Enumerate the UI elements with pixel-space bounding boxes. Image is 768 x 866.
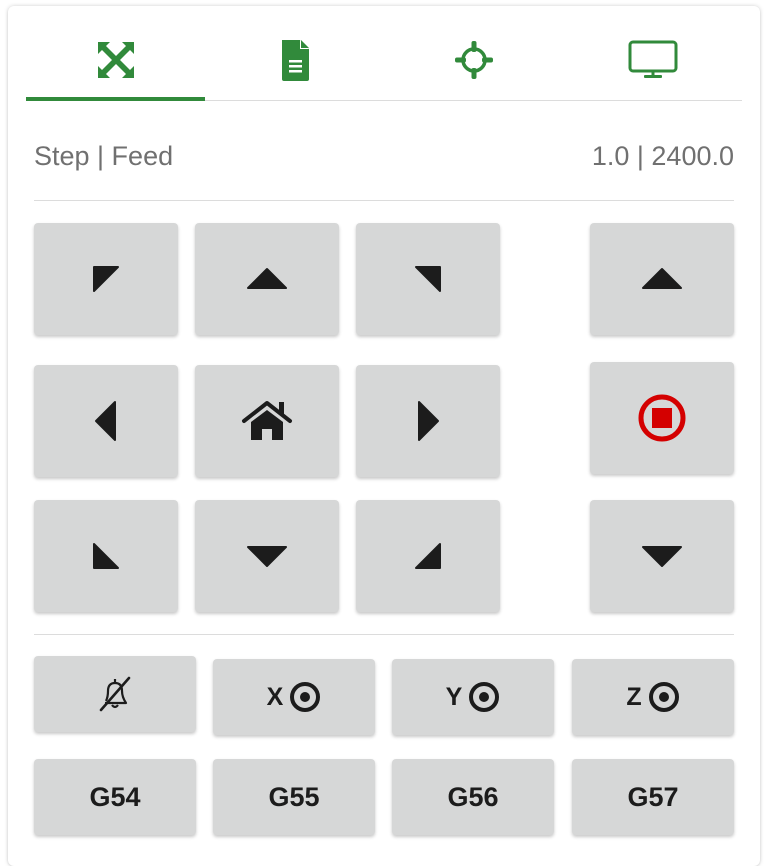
wcs-g55-button[interactable]: G55 [213, 759, 375, 835]
jog-down-button[interactable] [195, 500, 339, 612]
arrow-down-icon [247, 546, 287, 567]
zero-target-icon [469, 682, 500, 712]
jog-down-right-button[interactable] [356, 500, 500, 612]
zero-target-icon [648, 682, 679, 712]
home-button[interactable] [195, 365, 339, 477]
wcs-label: G56 [447, 781, 499, 812]
z-up-button[interactable] [590, 223, 734, 335]
jog-right-button[interactable] [356, 365, 500, 477]
z-down-button[interactable] [590, 500, 734, 612]
arrow-left-icon [95, 401, 116, 441]
wcs-label: G54 [89, 781, 141, 812]
jog-up-button[interactable] [195, 223, 339, 335]
wcs-g54-button[interactable]: G54 [34, 759, 196, 835]
arrow-down-icon [642, 546, 682, 567]
step-feed-label: Step | Feed [34, 140, 174, 171]
arrow-up-left-icon [93, 266, 119, 292]
jog-up-right-button[interactable] [356, 223, 500, 335]
zero-y-label: Y [445, 682, 463, 711]
arrow-right-icon [418, 401, 439, 441]
home-icon [242, 401, 292, 440]
tab-jog[interactable] [26, 20, 205, 101]
zero-z-label: Z [626, 682, 642, 711]
file-document-icon [281, 40, 309, 81]
monitor-icon [628, 40, 677, 78]
divider [34, 634, 734, 635]
stop-circle-icon [638, 394, 686, 442]
step-feed-row: Step | Feed 1.0 | 2400.0 [34, 136, 734, 176]
zero-x-button[interactable]: X [213, 659, 375, 735]
crosshair-icon [454, 41, 493, 79]
arrow-up-icon [247, 268, 287, 289]
zero-target-icon [290, 682, 321, 712]
step-feed-value[interactable]: 1.0 | 2400.0 [592, 141, 734, 172]
tab-probe[interactable] [384, 20, 563, 100]
bell-off-icon [99, 676, 131, 712]
stop-button[interactable] [590, 362, 734, 474]
zero-z-button[interactable]: Z [572, 659, 734, 735]
divider [34, 200, 734, 201]
arrow-up-right-icon [415, 266, 441, 292]
arrow-up-icon [642, 268, 682, 289]
tab-file[interactable] [205, 20, 384, 100]
jog-up-left-button[interactable] [34, 223, 178, 335]
arrows-expand-icon [97, 42, 134, 78]
jog-left-button[interactable] [34, 365, 178, 477]
zero-x-label: X [266, 682, 284, 711]
zero-y-button[interactable]: Y [392, 659, 554, 735]
arrow-down-right-icon [415, 543, 441, 569]
jog-down-left-button[interactable] [34, 500, 178, 612]
wcs-g56-button[interactable]: G56 [392, 759, 554, 835]
wcs-label: G55 [268, 781, 320, 812]
tab-bar [26, 20, 742, 101]
wcs-g57-button[interactable]: G57 [572, 759, 734, 835]
wcs-label: G57 [627, 781, 679, 812]
tab-monitor[interactable] [563, 20, 742, 100]
mute-button[interactable] [34, 656, 196, 732]
arrow-down-left-icon [93, 543, 119, 569]
